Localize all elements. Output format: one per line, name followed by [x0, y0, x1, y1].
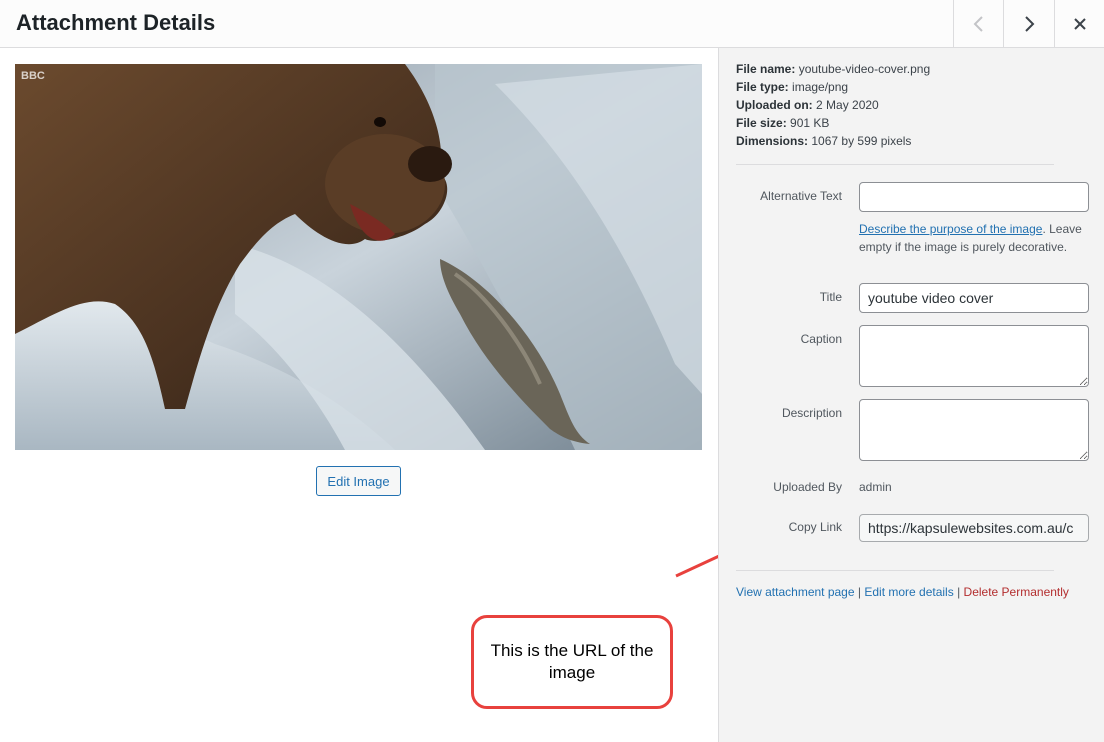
separator: | [957, 585, 961, 599]
alt-text-help: Describe the purpose of the image. Leave… [859, 222, 1082, 254]
dimensions-value: 1067 by 599 pixels [811, 134, 912, 148]
copy-link-input[interactable] [859, 514, 1089, 542]
uploaded-on-label: Uploaded on: [736, 98, 813, 112]
view-attachment-page-link[interactable]: View attachment page [736, 585, 855, 599]
alt-text-input[interactable] [859, 182, 1089, 212]
caption-textarea[interactable] [859, 325, 1089, 387]
caption-label: Caption [800, 332, 842, 346]
title-label: Title [819, 290, 842, 304]
file-size-label: File size: [736, 116, 787, 130]
file-name-label: File name: [736, 62, 796, 76]
divider [736, 164, 1054, 165]
title-input[interactable] [859, 283, 1089, 313]
describe-purpose-link[interactable]: Describe the purpose of the image [859, 222, 1042, 236]
file-size-value: 901 KB [790, 116, 830, 130]
file-name-value: youtube-video-cover.png [798, 62, 931, 76]
dimensions-label: Dimensions: [736, 134, 809, 148]
alt-text-label: Alternative Text [760, 189, 842, 203]
file-info: File name: youtube-video-cover.png File … [736, 60, 930, 150]
file-type-value: image/png [792, 80, 849, 94]
uploaded-by-label: Uploaded By [773, 480, 842, 494]
uploaded-on-value: 2 May 2020 [816, 98, 879, 112]
uploaded-by-value: admin [859, 480, 892, 494]
edit-more-details-link[interactable]: Edit more details [864, 585, 953, 599]
delete-permanently-link[interactable]: Delete Permanently [964, 585, 1069, 599]
attachment-actions: View attachment page | Edit more details… [736, 585, 1069, 599]
separator: | [857, 585, 861, 599]
description-label: Description [781, 406, 842, 420]
divider [736, 570, 1054, 571]
description-textarea[interactable] [859, 399, 1089, 461]
file-type-label: File type: [736, 80, 789, 94]
attachment-details-sidebar: File name: youtube-video-cover.png File … [718, 48, 1104, 742]
copy-link-label: Copy Link [788, 520, 842, 534]
